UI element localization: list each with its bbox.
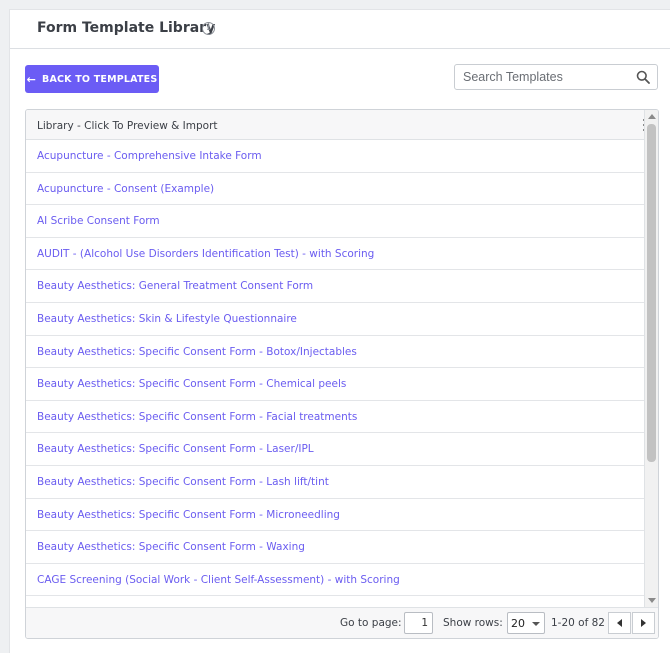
search-box[interactable] — [454, 64, 658, 90]
page-range-text: 1-20 of 82 — [551, 617, 605, 629]
scroll-up-icon[interactable] — [648, 114, 656, 119]
info-icon[interactable]: i — [202, 22, 215, 35]
template-link[interactable]: Beauty Aesthetics: Specific Consent Form… — [37, 411, 357, 423]
scroll-down-icon[interactable] — [648, 598, 656, 603]
rows-per-page-select[interactable]: 20 — [507, 612, 545, 634]
pagination-bar: Go to page: Show rows: 20 1-20 of 82 — [26, 607, 658, 638]
search-input[interactable] — [455, 65, 630, 89]
table-row[interactable]: Acupuncture - Consent (Example) — [26, 173, 644, 206]
template-link[interactable]: Beauty Aesthetics: Specific Consent Form… — [37, 509, 340, 521]
next-page-button[interactable] — [632, 612, 655, 634]
table-row[interactable]: AI Scribe Consent Form — [26, 205, 644, 238]
table-row[interactable]: Beauty Aesthetics: Specific Consent Form… — [26, 336, 644, 369]
table-row[interactable]: Beauty Aesthetics: Specific Consent Form… — [26, 499, 644, 532]
back-to-templates-button[interactable]: ← BACK TO TEMPLATES — [25, 65, 159, 93]
library-table: Library - Click To Preview & Import Acup… — [25, 109, 659, 639]
template-link[interactable]: Beauty Aesthetics: Specific Consent Form… — [37, 346, 357, 358]
search-icon[interactable] — [636, 70, 650, 84]
template-link[interactable]: Beauty Aesthetics: Skin & Lifestyle Ques… — [37, 313, 297, 325]
table-row[interactable]: Beauty Aesthetics: Skin & Lifestyle Ques… — [26, 303, 644, 336]
page-number-input[interactable] — [404, 612, 433, 634]
template-link[interactable]: AUDIT - (Alcohol Use Disorders Identific… — [37, 248, 374, 260]
table-header: Library - Click To Preview & Import — [26, 110, 658, 140]
table-row[interactable]: Beauty Aesthetics: Specific Consent Form… — [26, 466, 644, 499]
show-rows-label: Show rows: — [443, 617, 503, 629]
vertical-scrollbar[interactable] — [644, 110, 658, 607]
table-row[interactable]: Beauty Aesthetics: Specific Consent Form… — [26, 531, 644, 564]
table-row[interactable]: CAGE Screening (Social Work - Client Sel… — [26, 564, 644, 597]
table-row[interactable]: Beauty Aesthetics: Specific Consent Form… — [26, 368, 644, 401]
table-row[interactable]: AUDIT - (Alcohol Use Disorders Identific… — [26, 238, 644, 271]
template-link[interactable]: Beauty Aesthetics: Specific Consent Form… — [37, 443, 314, 455]
panel-header: Form Template Library i — [10, 10, 670, 49]
table-row[interactable]: Beauty Aesthetics: Specific Consent Form… — [26, 401, 644, 434]
template-link[interactable]: Beauty Aesthetics: Specific Consent Form… — [37, 541, 305, 553]
arrow-left-icon: ← — [26, 72, 37, 86]
rows-per-page-value: 20 — [511, 617, 525, 630]
previous-page-button[interactable] — [608, 612, 631, 634]
template-link[interactable]: Acupuncture - Comprehensive Intake Form — [37, 150, 262, 162]
template-link[interactable]: AI Scribe Consent Form — [37, 215, 160, 227]
table-row[interactable]: Beauty Aesthetics: Specific Consent Form… — [26, 433, 644, 466]
form-template-library-panel: Form Template Library i ← BACK TO TEMPLA… — [9, 9, 670, 653]
table-row[interactable]: Acupuncture - Comprehensive Intake Form — [26, 140, 644, 173]
table-body: Acupuncture - Comprehensive Intake Form A… — [26, 140, 644, 597]
template-link[interactable]: CAGE Screening (Social Work - Client Sel… — [37, 574, 400, 586]
back-to-templates-label: BACK TO TEMPLATES — [42, 73, 158, 85]
chevron-right-icon — [641, 619, 646, 627]
template-link[interactable]: Beauty Aesthetics: Specific Consent Form… — [37, 476, 329, 488]
column-header-library[interactable]: Library - Click To Preview & Import — [37, 120, 218, 132]
chevron-left-icon — [617, 619, 622, 627]
go-to-page-label: Go to page: — [340, 617, 402, 629]
chevron-down-icon — [532, 622, 540, 626]
template-link[interactable]: Beauty Aesthetics: General Treatment Con… — [37, 280, 313, 292]
template-link[interactable]: Beauty Aesthetics: Specific Consent Form… — [37, 378, 346, 390]
table-row[interactable]: Beauty Aesthetics: General Treatment Con… — [26, 270, 644, 303]
template-link[interactable]: Acupuncture - Consent (Example) — [37, 183, 214, 195]
scrollbar-thumb[interactable] — [647, 124, 656, 462]
page-title: Form Template Library — [37, 20, 216, 36]
